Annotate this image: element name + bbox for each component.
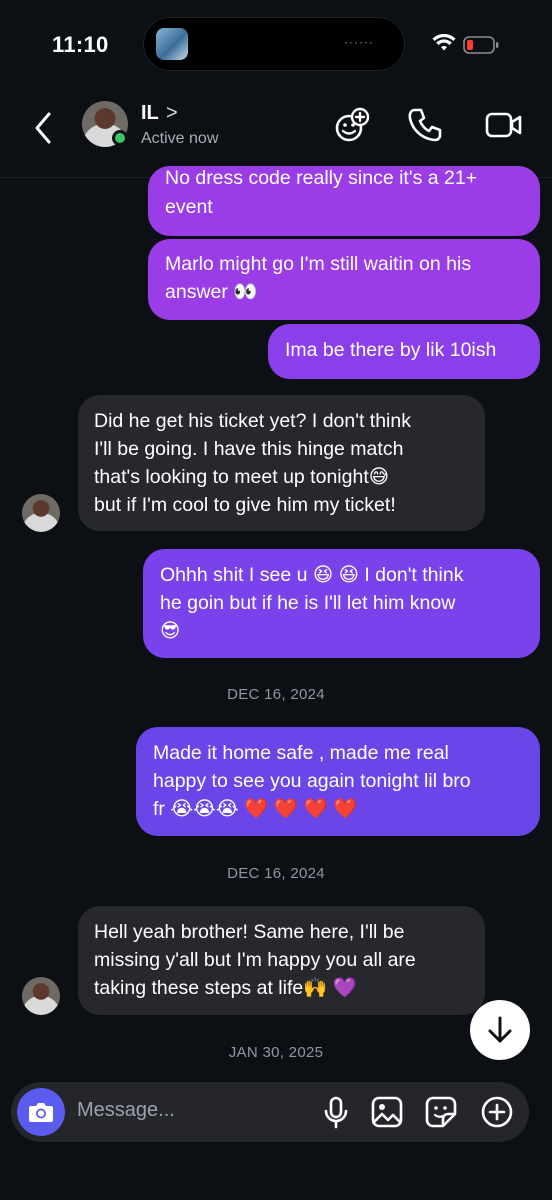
message-line: fr 😭😭😭 ❤️ ❤️ ❤️ ❤️: [153, 798, 358, 820]
wifi-icon: [432, 34, 456, 51]
gallery-icon[interactable]: [371, 1096, 403, 1128]
status-bar: 11:10 ······: [0, 0, 552, 90]
online-status-dot: [112, 130, 128, 146]
sticker-icon[interactable]: [425, 1096, 457, 1128]
chevron-right-icon[interactable]: >: [166, 102, 178, 125]
message-line: Did he get his ticket yet? I don't think: [94, 410, 411, 432]
scroll-to-bottom-button[interactable]: [470, 1000, 530, 1060]
camera-button[interactable]: [17, 1088, 65, 1136]
arrow-down-icon: [488, 1016, 512, 1043]
chat-header: IL > Active now: [0, 90, 552, 178]
outgoing-message-bubble[interactable]: Ima be there by lik 10ish: [268, 324, 540, 379]
sender-avatar[interactable]: [22, 977, 60, 1015]
message-line: 😎: [160, 620, 181, 642]
message-input[interactable]: [77, 1099, 297, 1122]
contact-name[interactable]: IL: [141, 102, 159, 125]
island-activity-dots: ······: [344, 35, 374, 49]
back-arrow-icon[interactable]: [32, 110, 54, 146]
message-line: I'll be going. I have this hinge match: [94, 438, 404, 460]
sender-avatar[interactable]: [22, 494, 60, 532]
message-line: but if I'm cool to give him my ticket!: [94, 494, 396, 516]
add-people-effects-icon[interactable]: [333, 106, 371, 144]
microphone-icon[interactable]: [323, 1096, 349, 1130]
message-line: Ohhh shit I see u 😆 😆 I don't think: [160, 564, 464, 586]
message-line: Marlo might go I'm still waitin on his: [165, 253, 472, 275]
outgoing-message-bubble[interactable]: No dress code really since it's a 21+ ev…: [148, 166, 540, 236]
date-separator: JAN 30, 2025: [228, 1044, 324, 1061]
outgoing-message-bubble[interactable]: Made it home safe , made me real happy t…: [136, 727, 540, 836]
message-composer: [11, 1082, 529, 1142]
message-line: No dress code really since it's a 21+: [165, 167, 478, 189]
message-line: Made it home safe , made me real: [153, 742, 449, 764]
island-media-thumbnail: [156, 28, 188, 60]
outgoing-message-bubble[interactable]: Marlo might go I'm still waitin on his a…: [148, 239, 540, 320]
date-separator: DEC 16, 2024: [227, 865, 325, 882]
contact-active-status: Active now: [141, 130, 219, 147]
message-line: Ima be there by lik 10ish: [285, 339, 497, 361]
camera-icon: [29, 1103, 53, 1122]
date-separator: DEC 16, 2024: [227, 686, 325, 703]
message-line: happy to see you again tonight lil bro: [153, 770, 471, 792]
incoming-message-bubble[interactable]: Did he get his ticket yet? I don't think…: [78, 395, 485, 531]
incoming-message-bubble[interactable]: Hell yeah brother! Same here, I'll be mi…: [78, 906, 485, 1015]
message-line: that's looking to meet up tonight😅: [94, 466, 390, 488]
message-line: he goin but if he is I'll let him know: [160, 592, 456, 614]
battery-low-icon: [463, 36, 499, 54]
message-line: missing y'all but I'm happy you all are: [94, 949, 416, 971]
status-time: 11:10: [52, 32, 109, 57]
message-line: event: [165, 196, 213, 218]
voice-call-icon[interactable]: [408, 106, 442, 144]
add-circle-icon[interactable]: [481, 1096, 513, 1128]
dynamic-island[interactable]: ······: [143, 17, 405, 71]
message-line: Hell yeah brother! Same here, I'll be: [94, 921, 405, 943]
outgoing-message-bubble[interactable]: Ohhh shit I see u 😆 😆 I don't think he g…: [143, 549, 540, 658]
message-line: answer 👀: [165, 281, 258, 303]
message-line: taking these steps at life🙌 💜: [94, 977, 358, 999]
video-call-icon[interactable]: [485, 106, 523, 144]
